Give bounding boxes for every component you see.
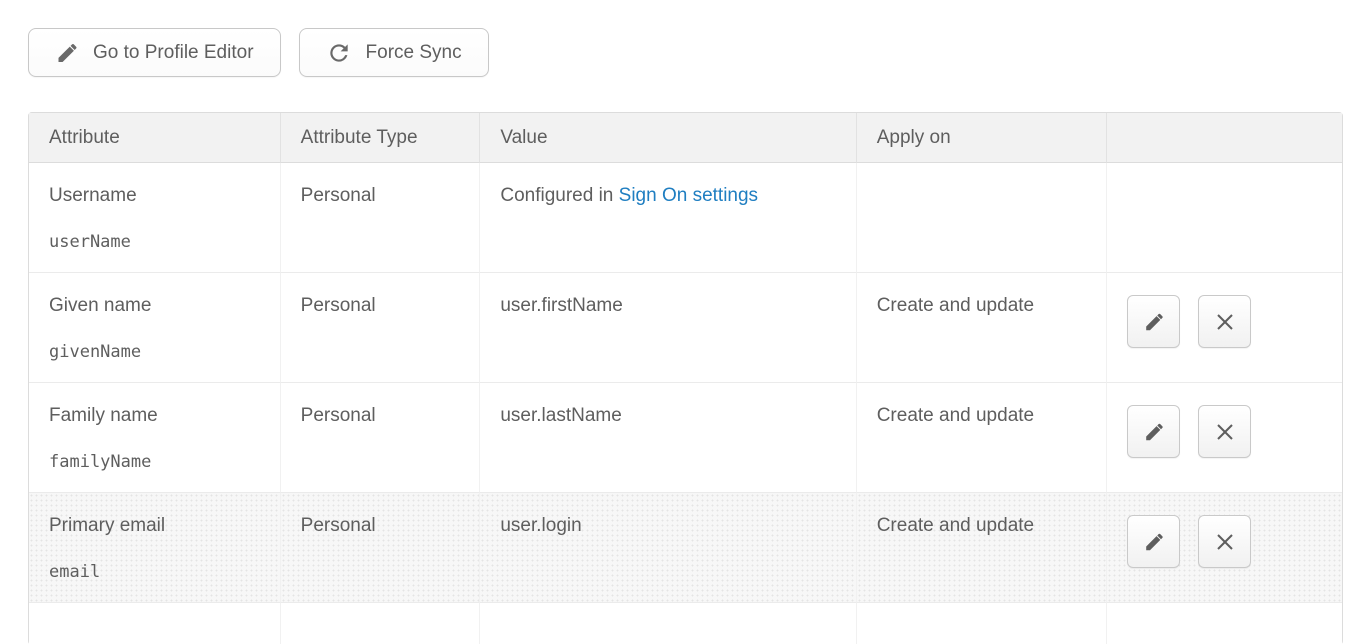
- attribute-variable-name: userName: [49, 232, 280, 252]
- remove-attribute-button[interactable]: [1198, 295, 1251, 348]
- attribute-type-cell: Personal: [281, 163, 481, 273]
- column-header-actions: [1107, 113, 1342, 163]
- pencil-icon: [1143, 531, 1165, 553]
- row-actions: [1127, 515, 1342, 568]
- column-header-attribute-type: Attribute Type: [281, 113, 481, 163]
- table-header-row: Attribute Attribute Type Value Apply on: [29, 113, 1342, 163]
- edit-attribute-button[interactable]: [1127, 295, 1180, 348]
- force-sync-button[interactable]: Force Sync: [299, 28, 489, 77]
- edit-attribute-button[interactable]: [1127, 515, 1180, 568]
- column-header-attribute: Attribute: [29, 113, 281, 163]
- pencil-icon: [1143, 421, 1165, 443]
- attribute-variable-name: familyName: [49, 452, 280, 472]
- table-row-primary-email: Primary email email Personal user.login …: [29, 493, 1342, 603]
- go-to-profile-editor-label: Go to Profile Editor: [93, 42, 254, 64]
- table-row-family-name: Family name familyName Personal user.las…: [29, 383, 1342, 493]
- attribute-type-cell: Personal: [281, 383, 481, 493]
- go-to-profile-editor-button[interactable]: Go to Profile Editor: [28, 28, 281, 77]
- force-sync-label: Force Sync: [366, 42, 462, 64]
- actions-cell: [1107, 163, 1342, 273]
- refresh-icon: [326, 40, 352, 66]
- edit-attribute-button[interactable]: [1127, 405, 1180, 458]
- apply-on-cell: Create and update: [857, 383, 1108, 493]
- sign-on-settings-link[interactable]: Sign On settings: [619, 185, 758, 206]
- row-actions: [1127, 405, 1342, 458]
- pencil-icon: [1143, 311, 1165, 333]
- attribute-variable-name: givenName: [49, 342, 280, 362]
- table-row-username: Username userName Personal Configured in…: [29, 163, 1342, 273]
- apply-on-cell: Create and update: [857, 273, 1108, 383]
- close-icon: [1213, 530, 1237, 554]
- attribute-type-cell: Personal: [281, 273, 481, 383]
- value-cell: user.lastName: [480, 383, 856, 493]
- attribute-label: Username: [49, 185, 280, 207]
- attribute-label: Primary email: [49, 515, 280, 537]
- attribute-mappings-page: Go to Profile Editor Force Sync Attribut…: [0, 0, 1370, 644]
- attribute-label: Family name: [49, 405, 280, 427]
- attribute-mappings-table: Attribute Attribute Type Value Apply on …: [28, 112, 1343, 644]
- value-text: Configured in: [500, 185, 618, 206]
- apply-on-cell: Create and update: [857, 493, 1108, 603]
- value-cell: user.login: [480, 493, 856, 603]
- table-row-given-name: Given name givenName Personal user.first…: [29, 273, 1342, 383]
- toolbar: Go to Profile Editor Force Sync: [28, 28, 1370, 77]
- column-header-value: Value: [480, 113, 856, 163]
- close-icon: [1213, 420, 1237, 444]
- attribute-variable-name: email: [49, 562, 280, 582]
- remove-attribute-button[interactable]: [1198, 405, 1251, 458]
- value-cell: user.firstName: [480, 273, 856, 383]
- apply-on-cell: [857, 163, 1108, 273]
- row-actions: [1127, 295, 1342, 348]
- attribute-label: Given name: [49, 295, 280, 317]
- pencil-icon: [55, 41, 79, 65]
- table-row-partial: [29, 603, 1342, 644]
- close-icon: [1213, 310, 1237, 334]
- column-header-apply-on: Apply on: [857, 113, 1108, 163]
- attribute-type-cell: Personal: [281, 493, 481, 603]
- remove-attribute-button[interactable]: [1198, 515, 1251, 568]
